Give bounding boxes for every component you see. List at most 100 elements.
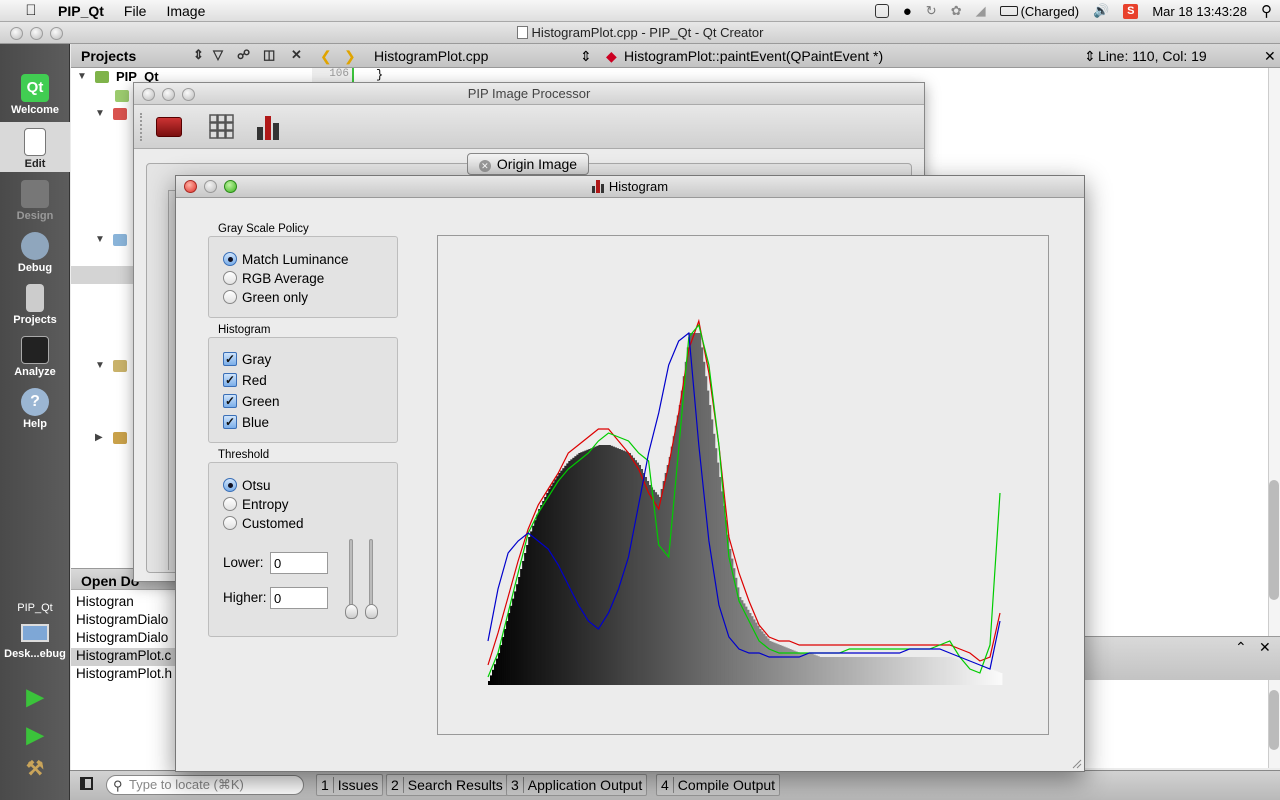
- clock[interactable]: Mar 18 13:43:28: [1152, 4, 1247, 19]
- toolbar-handle[interactable]: [140, 113, 143, 141]
- bluetooth-icon[interactable]: ✿: [951, 3, 962, 19]
- zoom-button[interactable]: [182, 88, 195, 101]
- updown-icon[interactable]: ⇕: [193, 47, 204, 63]
- higher-slider-knob[interactable]: [365, 604, 378, 619]
- radio-indicator[interactable]: [223, 497, 237, 511]
- radio-indicator[interactable]: [223, 478, 237, 492]
- menu-image[interactable]: Image: [166, 3, 205, 19]
- gray-policy-title: Gray Scale Policy: [218, 223, 309, 235]
- pro-file-icon: [115, 90, 129, 102]
- close-button[interactable]: [142, 88, 155, 101]
- tab-search-results[interactable]: 2 Search Results: [386, 774, 508, 796]
- mode-help[interactable]: ? Help: [0, 384, 70, 430]
- higher-slider-track[interactable]: [369, 539, 373, 611]
- input-method-icon[interactable]: S: [1123, 3, 1139, 19]
- close-output-icon[interactable]: ✕: [1259, 639, 1271, 656]
- open-doc-item[interactable]: HistogramDialo: [76, 630, 168, 648]
- scroll-thumb[interactable]: [1269, 690, 1279, 750]
- higher-field[interactable]: 0: [270, 587, 328, 609]
- open-doc-item-selected[interactable]: HistogramPlot.c: [71, 648, 191, 666]
- collapse-arrow-icon[interactable]: ▶: [95, 432, 103, 443]
- wifi-icon[interactable]: ◢: [976, 3, 986, 19]
- check-red[interactable]: ✓ Red: [223, 371, 267, 389]
- mode-welcome[interactable]: Qt Welcome: [0, 70, 70, 116]
- symbol-selector[interactable]: HistogramPlot::paintEvent(QPaintEvent *): [624, 48, 883, 64]
- check-green[interactable]: ✓ Green: [223, 392, 280, 410]
- radio-indicator[interactable]: [223, 271, 237, 285]
- debug-run-icon[interactable]: ▶: [0, 722, 70, 748]
- split-icon[interactable]: ◫: [263, 47, 275, 63]
- lower-slider-knob[interactable]: [345, 604, 358, 619]
- build-hammer-icon[interactable]: ⚒: [0, 756, 70, 781]
- link-icon[interactable]: ☍: [237, 47, 250, 63]
- close-tab-icon[interactable]: ✕: [478, 160, 491, 172]
- checkbox-checked[interactable]: ✓: [223, 373, 237, 387]
- file-selector-arrows-icon[interactable]: ⇕: [580, 48, 592, 65]
- radio-indicator[interactable]: [223, 252, 237, 266]
- checkbox-checked[interactable]: ✓: [223, 394, 237, 408]
- file-selector[interactable]: HistogramPlot.cpp: [374, 48, 488, 64]
- zoom-button[interactable]: [224, 180, 237, 193]
- lower-field[interactable]: 0: [270, 552, 328, 574]
- volume-icon[interactable]: 🔊: [1093, 3, 1109, 19]
- sidebar-toggle-icon[interactable]: [80, 777, 93, 790]
- time-machine-icon[interactable]: ↻: [926, 3, 937, 19]
- radio-entropy[interactable]: Entropy: [223, 495, 289, 513]
- debug-icon: [21, 232, 49, 260]
- radio-green-only[interactable]: Green only: [223, 288, 308, 306]
- scroll-thumb[interactable]: [1269, 480, 1279, 600]
- lower-slider-track[interactable]: [349, 539, 353, 611]
- minimize-button[interactable]: [162, 88, 175, 101]
- radio-indicator[interactable]: [223, 516, 237, 530]
- maximize-pane-icon[interactable]: ⌃: [1235, 639, 1247, 656]
- locator-input[interactable]: ⚲ Type to locate (⌘K): [106, 775, 304, 795]
- checkbox-checked[interactable]: ✓: [223, 352, 237, 366]
- filter-grid-icon[interactable]: [208, 113, 236, 141]
- forward-arrow-icon[interactable]: ❯: [344, 48, 356, 65]
- mode-design[interactable]: Design: [0, 176, 70, 222]
- projects-pane-title[interactable]: Projects: [81, 48, 136, 64]
- minimize-button[interactable]: [204, 180, 217, 193]
- menu-file[interactable]: File: [124, 3, 147, 19]
- radio-match-luminance[interactable]: Match Luminance: [223, 250, 349, 268]
- resize-grip-icon[interactable]: [1072, 759, 1082, 769]
- expand-arrow-icon[interactable]: ▼: [77, 71, 87, 82]
- open-folder-icon[interactable]: [156, 117, 182, 137]
- back-arrow-icon[interactable]: ❮: [320, 48, 332, 65]
- open-doc-item[interactable]: HistogramDialo: [76, 612, 168, 630]
- run-icon[interactable]: ▶: [0, 684, 70, 710]
- check-blue[interactable]: ✓ Blue: [223, 413, 269, 431]
- filter-icon[interactable]: ▽: [213, 47, 223, 63]
- close-editor-icon[interactable]: ✕: [1264, 48, 1276, 65]
- menu-app[interactable]: PIP_Qt: [58, 3, 104, 19]
- mode-projects[interactable]: Projects: [0, 280, 70, 326]
- qq-icon[interactable]: ●: [903, 3, 912, 20]
- checkbox-checked[interactable]: ✓: [223, 415, 237, 429]
- mode-edit[interactable]: Edit: [0, 122, 70, 172]
- apple-icon[interactable]: : [22, 2, 40, 19]
- battery-icon[interactable]: (Charged): [999, 4, 1079, 19]
- close-button[interactable]: [184, 180, 197, 193]
- spotlight-icon[interactable]: ⚲: [1261, 2, 1272, 20]
- expand-arrow-icon[interactable]: ▼: [95, 108, 105, 119]
- radio-otsu[interactable]: Otsu: [223, 476, 271, 494]
- radio-indicator[interactable]: [223, 290, 237, 304]
- mode-debug[interactable]: Debug: [0, 228, 70, 274]
- close-pane-icon[interactable]: ✕: [291, 47, 302, 63]
- mode-analyze[interactable]: Analyze: [0, 332, 70, 378]
- expand-arrow-icon[interactable]: ▼: [95, 234, 105, 245]
- window-icon[interactable]: [874, 4, 889, 18]
- kit-selector[interactable]: Desk...ebug: [0, 624, 70, 660]
- radio-rgb-average[interactable]: RGB Average: [223, 269, 324, 287]
- open-doc-item[interactable]: HistogramPlot.h: [76, 666, 172, 684]
- tab-application-output[interactable]: 3 Application Output: [506, 774, 648, 796]
- radio-customed[interactable]: Customed: [223, 514, 304, 532]
- expand-arrow-icon[interactable]: ▼: [95, 360, 105, 371]
- tab-compile-output[interactable]: 4 Compile Output: [656, 774, 781, 796]
- histogram-tool-icon[interactable]: [254, 113, 284, 141]
- cursor-position[interactable]: Line: 110, Col: 19: [1098, 48, 1207, 64]
- open-doc-item[interactable]: Histogran: [76, 594, 134, 612]
- tab-origin-image[interactable]: ✕ Origin Image: [467, 153, 589, 175]
- tab-issues[interactable]: 1 Issues: [316, 774, 384, 796]
- check-gray[interactable]: ✓ Gray: [223, 350, 271, 368]
